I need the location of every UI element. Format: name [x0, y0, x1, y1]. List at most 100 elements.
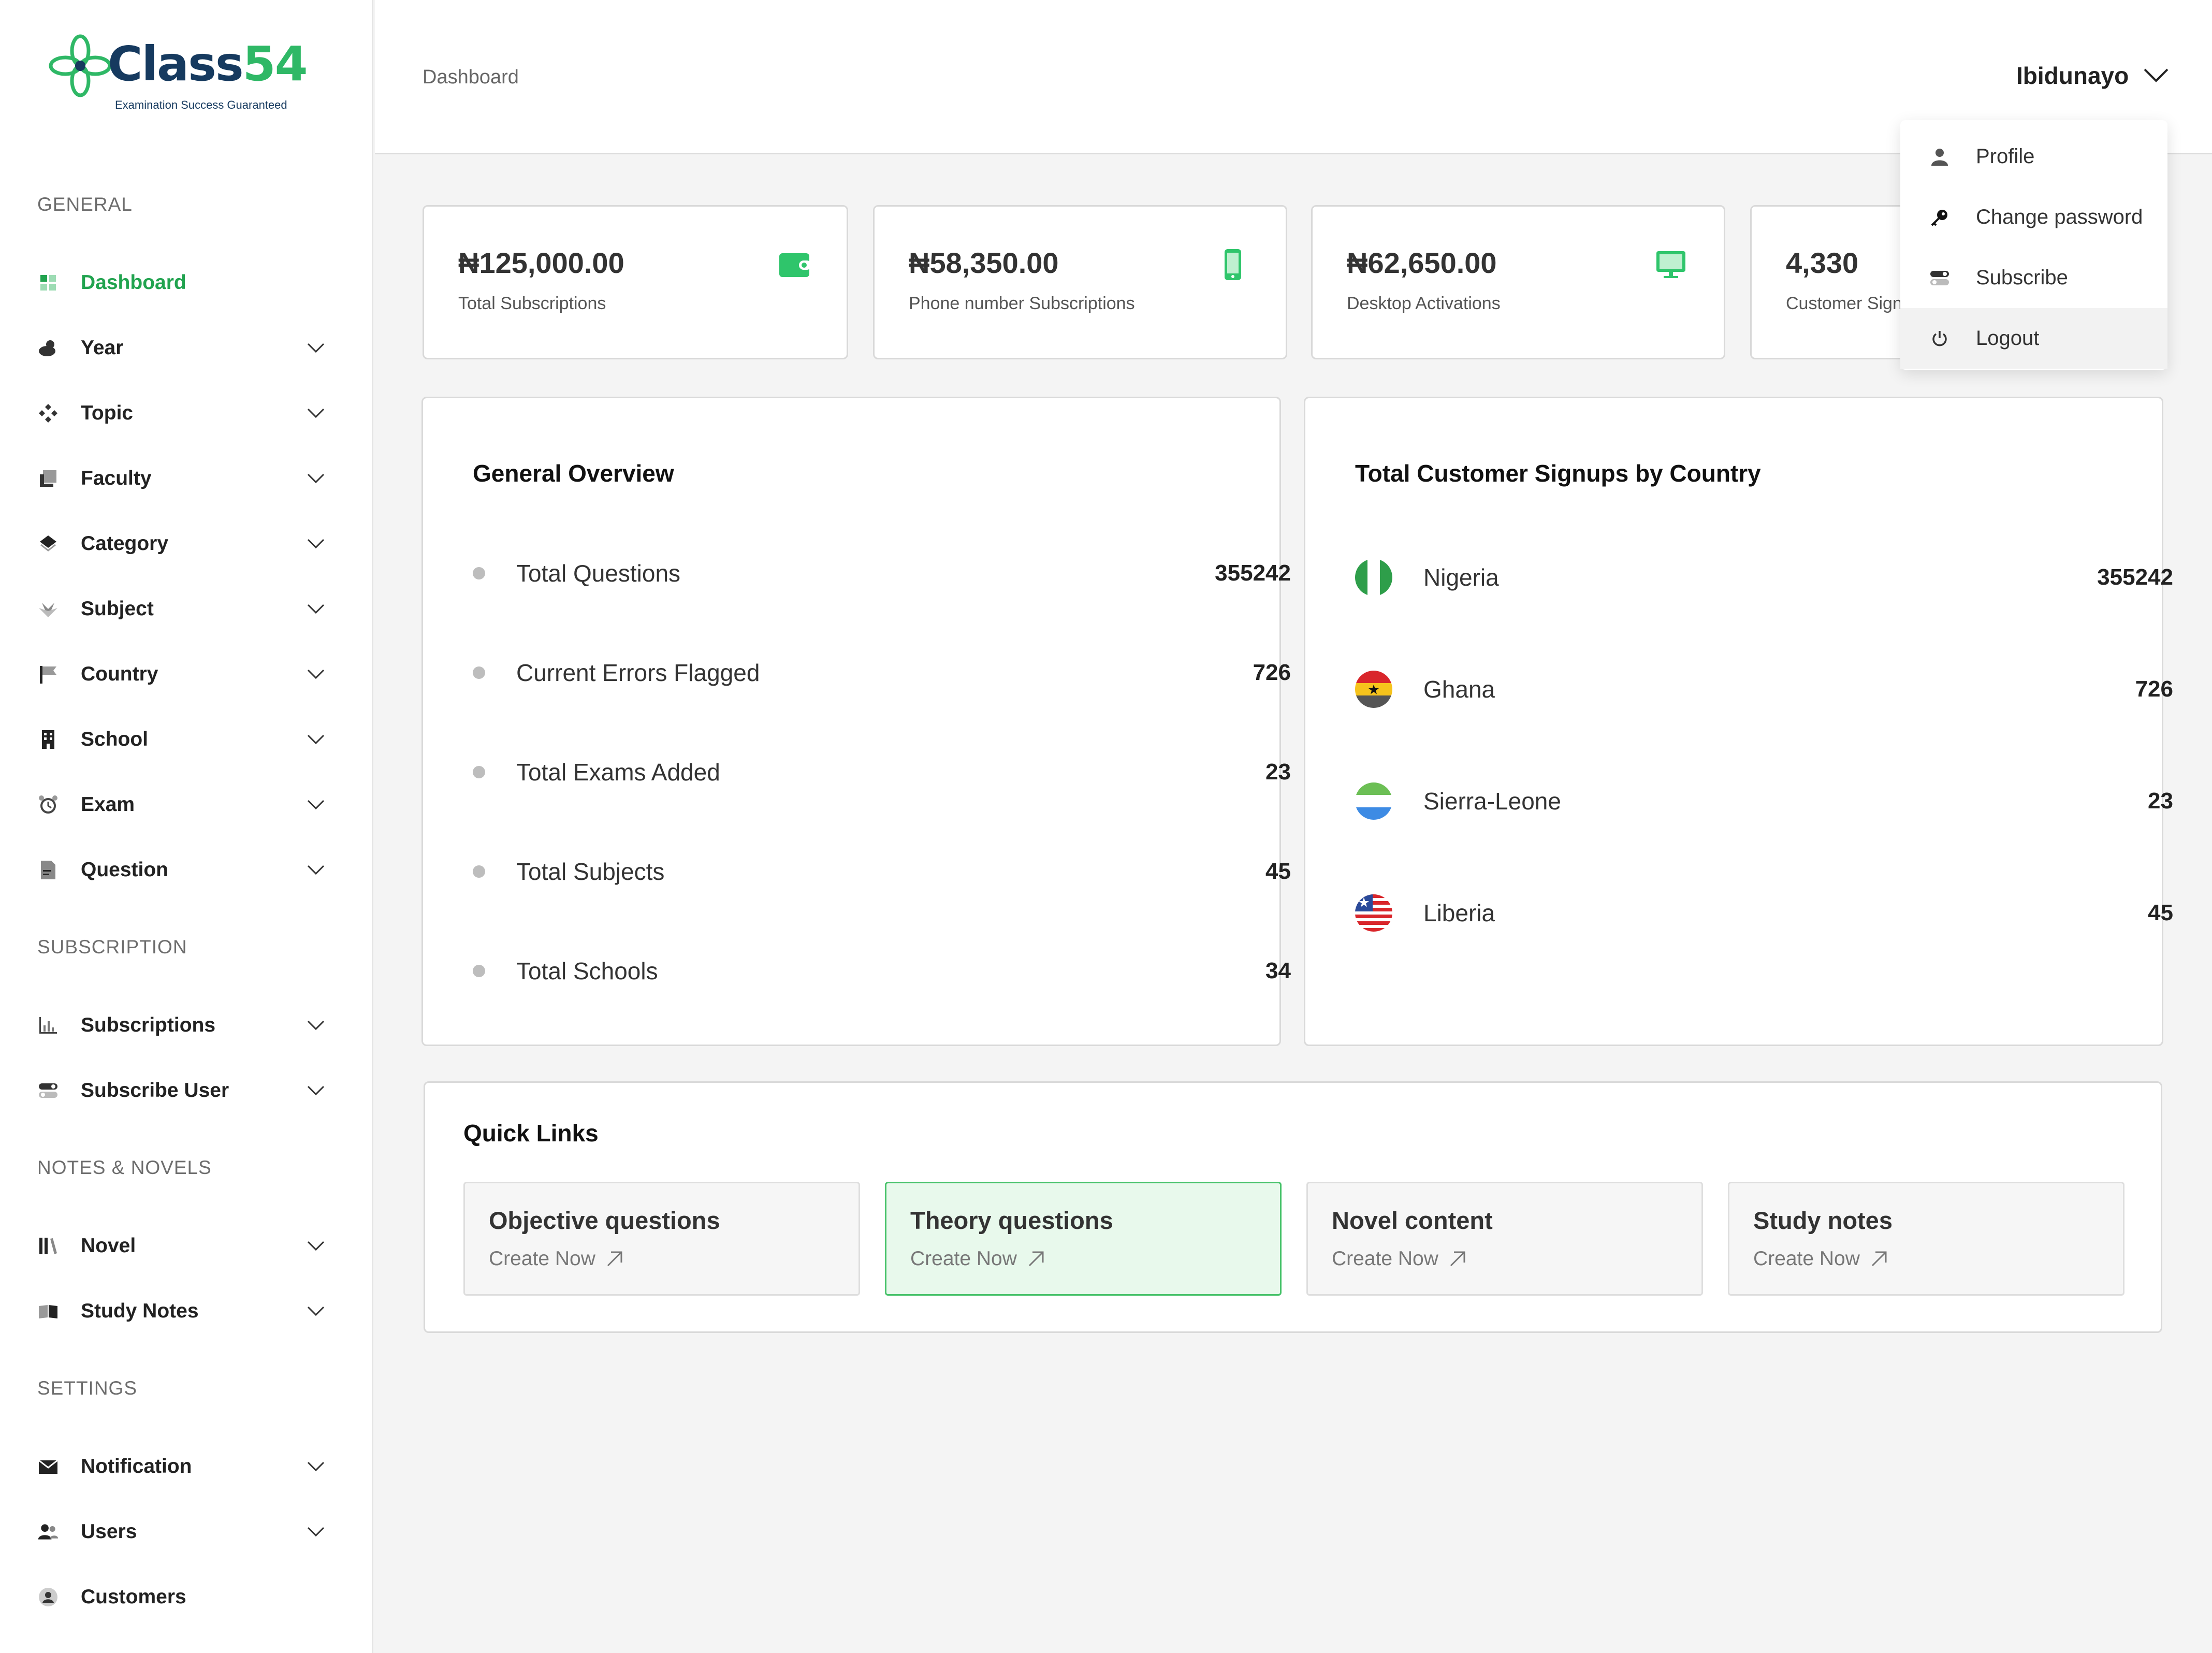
- overview-row-label: Total Subjects: [516, 858, 665, 885]
- chevron-down-icon[interactable]: [304, 728, 327, 751]
- breadcrumb[interactable]: Dashboard: [423, 66, 519, 89]
- quick-link-novel-content[interactable]: Novel content Create Now: [1306, 1182, 1703, 1296]
- menu-item-logout[interactable]: Logout: [1900, 308, 2167, 369]
- brand-tagline: Examination Success Guaranteed: [115, 98, 287, 111]
- chevron-down-icon[interactable]: [304, 1300, 327, 1323]
- country-value: 726: [2135, 676, 2173, 702]
- sidebar-item-country[interactable]: Country: [37, 654, 327, 695]
- panel-title: General Overview: [473, 460, 674, 487]
- menu-item-change-password[interactable]: Change password: [1900, 187, 2167, 248]
- sidebar-item-label: Question: [81, 859, 169, 881]
- sidebar-item-users[interactable]: Users: [37, 1511, 327, 1553]
- chevron-down-icon[interactable]: [304, 1520, 327, 1543]
- chevron-down-icon[interactable]: [304, 532, 327, 555]
- stat-amount: ₦125,000.00: [458, 247, 624, 279]
- menu-item-label: Logout: [1976, 327, 2040, 350]
- arrow-up-right-icon: [607, 1251, 622, 1267]
- chevron-down-icon[interactable]: [304, 1455, 327, 1478]
- chevron-down-icon: [2143, 61, 2172, 90]
- overview-row-value: 23: [1265, 759, 1291, 785]
- menu-item-subscribe[interactable]: Subscribe: [1900, 248, 2167, 308]
- ghana-flag-icon: [1355, 671, 1392, 708]
- bullet-icon: [473, 865, 485, 878]
- wallet-icon: [779, 253, 811, 277]
- quick-link-objective-questions[interactable]: Objective questions Create Now: [463, 1182, 860, 1296]
- general-overview-panel: General Overview Total Questions 355242 …: [421, 397, 1291, 1046]
- country-row-liberia: Liberia 45: [1355, 892, 2173, 934]
- dashboard-icon: [37, 272, 59, 294]
- sidebar-item-question[interactable]: Question: [37, 849, 327, 891]
- quick-link-create-now[interactable]: Create Now: [489, 1248, 624, 1270]
- stat-amount: 4,330: [1786, 247, 1859, 279]
- document-icon: [37, 859, 59, 881]
- chevron-down-icon[interactable]: [304, 859, 327, 881]
- panel-title: Total Customer Signups by Country: [1355, 460, 1761, 487]
- sidebar-item-topic[interactable]: Topic: [37, 393, 327, 434]
- sidebar-item-customers[interactable]: Customers: [37, 1576, 327, 1618]
- brand-logo[interactable]: Class54 Examination Success Guaranteed: [47, 32, 316, 120]
- sidebar-item-subscriptions[interactable]: Subscriptions: [37, 1005, 327, 1046]
- country-name: Nigeria: [1423, 564, 1499, 591]
- quick-link-create-now[interactable]: Create Now: [1332, 1248, 1467, 1270]
- panel-title: Quick Links: [463, 1120, 599, 1147]
- sidebar-item-label: Customers: [81, 1586, 186, 1608]
- sidebar-item-exam[interactable]: Exam: [37, 784, 327, 825]
- quick-link-create-now[interactable]: Create Now: [910, 1248, 1046, 1270]
- quick-link-title: Theory questions: [910, 1207, 1113, 1234]
- sidebar-item-year[interactable]: Year: [37, 327, 327, 369]
- stat-caption: Total Subscriptions: [458, 294, 606, 313]
- sidebar-item-label: Topic: [81, 402, 134, 424]
- chevron-down-icon[interactable]: [304, 1235, 327, 1257]
- sidebar-item-novel[interactable]: Novel: [37, 1225, 327, 1267]
- quick-link-theory-questions[interactable]: Theory questions Create Now: [885, 1182, 1282, 1296]
- menu-item-label: Change password: [1976, 206, 2143, 228]
- sidebar-item-dashboard[interactable]: Dashboard: [37, 262, 327, 303]
- bullet-icon: [473, 567, 485, 579]
- overview-row-value: 726: [1253, 660, 1291, 685]
- quick-link-create-now[interactable]: Create Now: [1753, 1248, 1889, 1270]
- quick-links-panel: Quick Links Objective questions Create N…: [424, 1081, 2162, 1333]
- sidebar-item-label: Subscriptions: [81, 1014, 216, 1036]
- sidebar: Class54 Examination Success Guaranteed G…: [0, 0, 373, 1653]
- country-name: Ghana: [1423, 676, 1495, 703]
- section-settings: SETTINGS: [37, 1378, 138, 1399]
- chevron-down-icon[interactable]: [304, 793, 327, 816]
- overview-row-total-subjects: Total Subjects 45: [473, 856, 1291, 887]
- user-menu-toggle[interactable]: Ibidunayo: [2016, 61, 2172, 90]
- chevron-down-icon[interactable]: [304, 402, 327, 425]
- sidebar-item-category[interactable]: Category: [37, 523, 327, 564]
- country-row-sierra-leone: Sierra-Leone 23: [1355, 780, 2173, 822]
- sidebar-item-subject[interactable]: Subject: [37, 588, 327, 630]
- weather-icon: [37, 337, 59, 359]
- overview-row-label: Current Errors Flagged: [516, 659, 760, 686]
- quick-link-title: Novel content: [1332, 1207, 1493, 1234]
- menu-item-profile[interactable]: Profile: [1900, 126, 2167, 187]
- sidebar-item-study-notes[interactable]: Study Notes: [37, 1291, 327, 1332]
- sidebar-item-label: Notification: [81, 1455, 192, 1477]
- sidebar-item-label: Category: [81, 532, 169, 555]
- chevron-down-icon[interactable]: [304, 598, 327, 620]
- person-icon: [1929, 147, 1950, 167]
- sidebar-item-label: Novel: [81, 1235, 136, 1257]
- country-row-ghana: Ghana 726: [1355, 669, 2173, 710]
- chevron-down-icon[interactable]: [304, 1014, 327, 1037]
- sidebar-item-notification[interactable]: Notification: [37, 1446, 327, 1487]
- faculty-icon: [37, 468, 59, 489]
- sidebar-item-faculty[interactable]: Faculty: [37, 458, 327, 499]
- chevron-down-icon[interactable]: [304, 467, 327, 490]
- country-name: Sierra-Leone: [1423, 788, 1561, 815]
- sidebar-item-school[interactable]: School: [37, 719, 327, 760]
- sidebar-item-subscribe-user[interactable]: Subscribe User: [37, 1070, 327, 1111]
- bullet-icon: [473, 666, 485, 679]
- subject-icon: [37, 598, 59, 620]
- sidebar-item-label: Exam: [81, 793, 135, 816]
- phone-icon: [1225, 249, 1241, 280]
- quick-link-study-notes[interactable]: Study notes Create Now: [1728, 1182, 2124, 1296]
- chevron-down-icon[interactable]: [304, 663, 327, 686]
- sidebar-item-label: Year: [81, 337, 124, 359]
- country-value: 45: [2148, 900, 2173, 925]
- chevron-down-icon[interactable]: [304, 1079, 327, 1102]
- liberia-flag-icon: [1355, 894, 1392, 932]
- menu-item-label: Subscribe: [1976, 266, 2068, 289]
- chevron-down-icon[interactable]: [304, 337, 327, 359]
